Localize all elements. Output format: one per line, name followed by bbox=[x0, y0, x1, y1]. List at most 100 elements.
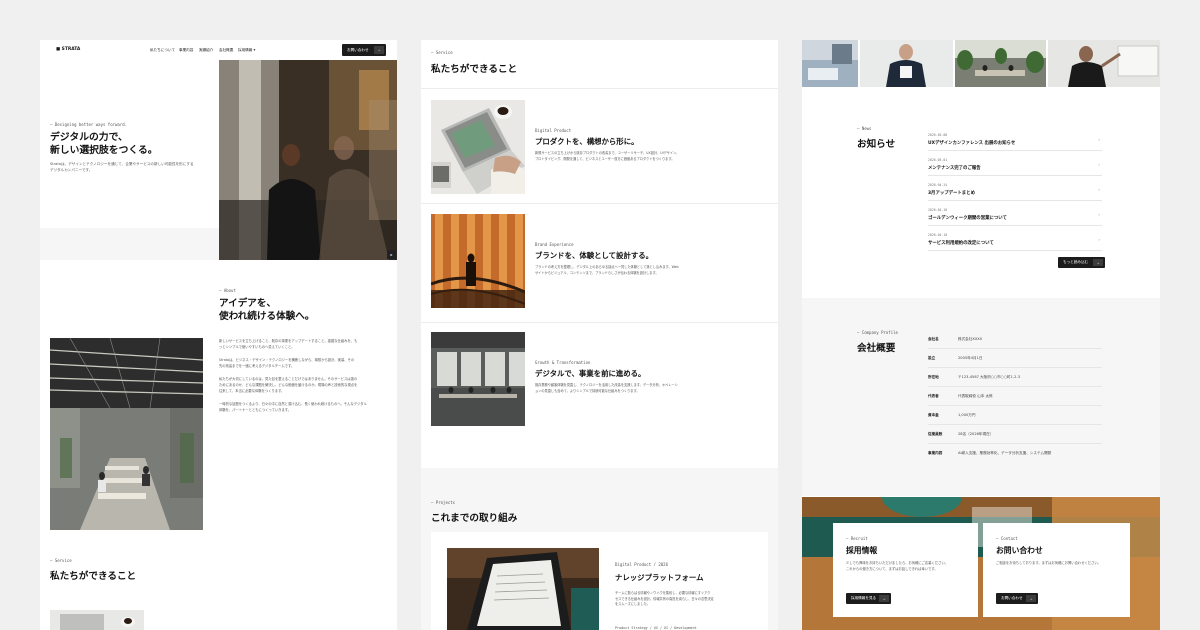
recruit-eyebrow: — Recruit bbox=[846, 536, 868, 541]
hero-title-line-2: 新しい選択肢をつくる。 bbox=[50, 145, 158, 156]
news-item[interactable]: 2026.05.08 UXデザインカンファレンス 出展のお知らせ › bbox=[928, 128, 1102, 151]
arrow-icon: → bbox=[1026, 595, 1036, 602]
about-paragraph-4: 一時的な話題をつくるより、日々の中に自然と溶け込む、長く使われ続けるものへ。そん… bbox=[219, 401, 389, 413]
company-row-label: 会社名 bbox=[928, 337, 939, 341]
arrow-icon: → bbox=[1093, 259, 1103, 266]
news-date: 2026.04.18 bbox=[928, 208, 948, 212]
site-logo[interactable]: ■ STRATA bbox=[56, 47, 80, 52]
chevron-right-icon: › bbox=[1098, 187, 1100, 192]
divider bbox=[421, 322, 778, 323]
news-item[interactable]: 2026.05.01 メンテナンス完了のご報告 › bbox=[928, 153, 1102, 176]
hero-eyebrow: — Designing better ways forward. bbox=[50, 122, 128, 127]
chevron-right-icon: › bbox=[1098, 237, 1100, 242]
divider bbox=[421, 203, 778, 204]
company-row: 会社名 株式会社XXXX bbox=[928, 330, 1102, 349]
company-title: 会社概要 bbox=[857, 343, 896, 354]
nav-company[interactable]: 会社概要 bbox=[219, 48, 233, 53]
service-product-eyebrow: Digital Product bbox=[535, 128, 572, 133]
news-date: 2026.04.10 bbox=[928, 233, 948, 237]
service-product-title: プロダクトを、構想から形に。 bbox=[535, 137, 639, 146]
service-brand-title: ブランドを、体験として設計する。 bbox=[535, 251, 654, 260]
company-row: 代表者 代表取締役 山本 太郎 bbox=[928, 387, 1102, 406]
about-paragraph-3: 私たちが大切にしているのは、見た目を整えることだけではありません。そのサービスは… bbox=[219, 376, 389, 394]
chevron-right-icon: › bbox=[1098, 162, 1100, 167]
about-p1-line-2: っとシンプルで使いやすいものへ変えていくこと。 bbox=[219, 345, 295, 349]
about-body: 新しいサービスを立ち上げること、既存の事業をアップデートすること。複雑な仕組みを… bbox=[219, 338, 389, 413]
project-desc-line-1: チームに散らばる情報やノウハウを集約し、必要な情報にすぐアク bbox=[615, 591, 711, 595]
services-title: 私たちができること bbox=[431, 64, 518, 75]
load-more-label: もっと読み込む bbox=[1063, 260, 1089, 264]
nav-works[interactable]: 実績紹介 bbox=[199, 48, 213, 53]
news-date: 2026.04.24 bbox=[928, 183, 948, 187]
service-growth-desc-line-2: ョンの見直しも含めて、よりシンプルで持続可能な仕組みをつくります。 bbox=[535, 388, 640, 393]
news-item-title: サービス利用規約の改定について bbox=[928, 241, 994, 246]
news-item[interactable]: 2026.04.18 ゴールデンウィーク期間の営業について › bbox=[928, 203, 1102, 226]
gallery-photo-3 bbox=[955, 40, 1046, 87]
service-brand-desc-line-2: サイトからビジュアル、コンテンツまで、ブランドらしさが伝わる体験を設計します。 bbox=[535, 270, 659, 275]
load-more-button[interactable]: もっと読み込む → bbox=[1058, 257, 1105, 268]
project-desc-line-3: をスムーズにしました。 bbox=[615, 602, 650, 607]
project-title: ナレッジプラットフォーム bbox=[615, 573, 704, 582]
projects-eyebrow: — Projects bbox=[431, 500, 456, 505]
company-row-label: 従業員数 bbox=[928, 432, 943, 436]
gallery-photo-4 bbox=[1048, 40, 1160, 87]
about-paragraph-2: Strataは、ビジネス・デザイン・テクノロジーを横断しながら、構想から設計、実… bbox=[219, 357, 389, 369]
service-brand-desc-line-1: ブランドの考え方を整理し、デジタル上のあらゆる接点へ一貫した体験として落とし込み… bbox=[535, 265, 679, 269]
news-item[interactable]: 2026.04.10 サービス利用規約の改定について › bbox=[928, 228, 1102, 251]
company-row: 資本金 1,000万円 bbox=[928, 406, 1102, 425]
hero-description: Strataは、デザインとテクノロジーを通じて、企業やサービスの新しい可能性を形… bbox=[50, 161, 194, 174]
about-bg-strip bbox=[40, 228, 219, 260]
mockup-column-info: — News お知らせ 2026.05.08 UXデザインカンファレンス 出展の… bbox=[802, 40, 1160, 630]
contact-eyebrow: — Contact bbox=[996, 536, 1018, 541]
company-row: 設立 2005年4月1日 bbox=[928, 349, 1102, 368]
news-date: 2026.05.01 bbox=[928, 158, 948, 162]
company-row: 所在地 〒123-4567 大阪府○○市○○町1-2-3 bbox=[928, 368, 1102, 387]
contact-title: お問い合わせ bbox=[996, 546, 1043, 555]
recruit-button[interactable]: 採用情報を見る → bbox=[846, 593, 891, 604]
contact-desc-line-1: ご相談をお待ちしております。まずはお気軽にお問い合わせください。 bbox=[996, 561, 1101, 565]
recruit-title: 採用情報 bbox=[846, 546, 878, 555]
service-growth-desc-line-1: 既存業務や顧客体験を見直し、テクノロジーを活用した改善を支援します。データ分析、… bbox=[535, 383, 678, 387]
about-p2-line-2: 先の改善までを一緒に考えるデジタルチームです。 bbox=[219, 364, 295, 368]
service-brand-desc: ブランドの考え方を整理し、デジタル上のあらゆる接点へ一貫した体験として落とし込み… bbox=[535, 265, 679, 276]
news-title: お知らせ bbox=[857, 139, 896, 150]
about-title: アイデアを、 使われ続ける体験へ。 bbox=[219, 297, 314, 323]
recruit-desc: 少しでも興味をお持ちいただけましたら、お気軽にご応募ください。 これからの働き方… bbox=[846, 560, 948, 572]
news-item-title: ゴールデンウィーク期間の営業について bbox=[928, 216, 1007, 221]
contact-button[interactable]: お問い合わせ → bbox=[996, 593, 1038, 604]
project-photo bbox=[447, 548, 599, 630]
mockup-column-home: ■ STRATA 私たちについて 事業内容 実績紹介 会社概要 採用情報 ▾ お… bbox=[40, 40, 397, 630]
news-item-title: メンテナンス完了のご報告 bbox=[928, 166, 981, 171]
company-row: 従業員数 28名（2026年現在） bbox=[928, 425, 1102, 444]
hero-photo bbox=[219, 60, 397, 260]
service-product-desc-line-2: プロトタイピング、開発を通して、ビジネスとユーザー双方に価値あるプロダクトをつく… bbox=[535, 156, 675, 161]
company-row-label: 代表者 bbox=[928, 394, 939, 398]
contact-desc: ご相談をお待ちしております。まずはお気軽にお問い合わせください。 bbox=[996, 560, 1101, 566]
service-photo-left bbox=[50, 610, 144, 630]
company-row-value: 2005年4月1日 bbox=[958, 356, 983, 360]
contact-cta-button[interactable]: お問い合わせ → bbox=[342, 44, 386, 56]
play-icon[interactable]: ▸ bbox=[387, 250, 396, 259]
company-row-value: AI導入支援、業務効率化、データ分析支援、システム開発 bbox=[958, 451, 1052, 455]
service-photo-brand bbox=[431, 214, 525, 308]
service-growth-desc: 既存業務や顧客体験を見直し、テクノロジーを活用した改善を支援します。データ分析、… bbox=[535, 383, 678, 394]
company-row-label: 設立 bbox=[928, 356, 936, 360]
contact-button-label: お問い合わせ bbox=[1001, 596, 1023, 600]
about-p3-line-3: 往来して、本当に必要な体験をつくります。 bbox=[219, 389, 285, 393]
divider bbox=[421, 88, 778, 89]
nav-about[interactable]: 私たちについて bbox=[150, 48, 175, 53]
chevron-right-icon: › bbox=[1098, 137, 1100, 142]
news-item[interactable]: 2026.04.24 3月アップデートまとめ › bbox=[928, 178, 1102, 201]
nav-business[interactable]: 事業内容 bbox=[179, 48, 193, 53]
nav-recruit[interactable]: 採用情報 ▾ bbox=[238, 48, 255, 53]
service-product-desc-line-1: 新規サービスの立ち上げから既存プロダクトの改善まで、ユーザーリサーチ、UX設計、… bbox=[535, 151, 680, 155]
service-title-left: 私たちができること bbox=[50, 571, 137, 582]
company-row-label: 所在地 bbox=[928, 375, 939, 379]
gallery-photo-1 bbox=[802, 40, 858, 87]
service-growth-title: デジタルで、事業を前に進める。 bbox=[535, 369, 646, 378]
hero-desc-line-2: デジタルカンパニーです。 bbox=[50, 168, 93, 173]
service-eyebrow-left: — Service bbox=[50, 558, 72, 563]
company-eyebrow: — Company Profile bbox=[857, 330, 898, 335]
contact-cta-label: お問い合わせ bbox=[347, 47, 369, 52]
project-desc: チームに散らばる情報やノウハウを集約し、必要な情報にすぐアク セスできる仕組みを… bbox=[615, 591, 714, 608]
